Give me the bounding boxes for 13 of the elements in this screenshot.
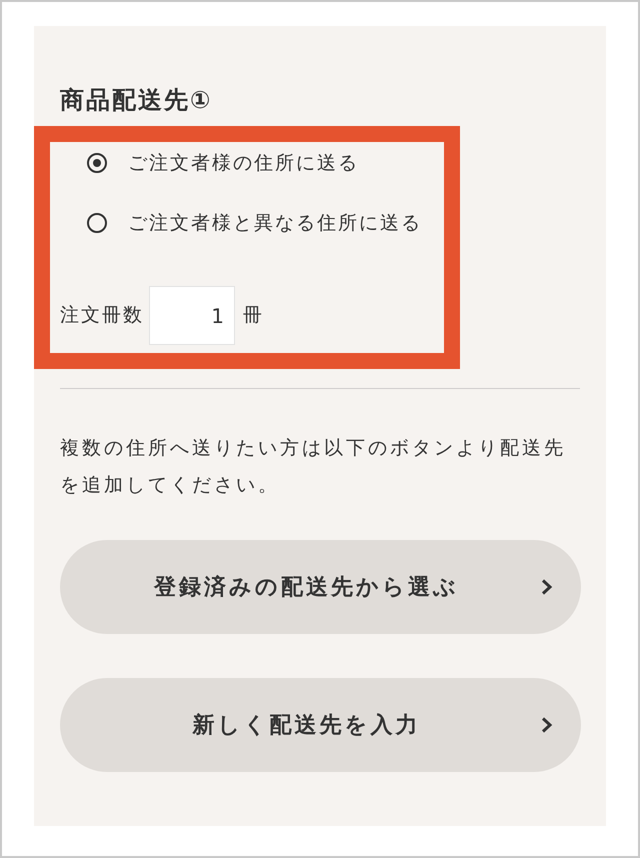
- radio-button[interactable]: [87, 153, 107, 173]
- instruction-text: 複数の住所へ送りたい方は以下のボタンより配送先を追加してください。: [60, 436, 567, 498]
- radio-label[interactable]: ご注文者様の住所に送る: [128, 145, 359, 181]
- quantity-field[interactable]: 1: [149, 286, 235, 345]
- address-button[interactable]: 登録済みの配送先から選ぶ: [60, 540, 581, 634]
- chevron-right-icon: [541, 717, 553, 733]
- radio-label[interactable]: ご注文者様と異なる住所に送る: [128, 205, 422, 241]
- quantity-label: 注文冊数: [60, 303, 144, 328]
- chevron-right-icon: [541, 579, 553, 595]
- radio-button[interactable]: [87, 213, 107, 233]
- address-button[interactable]: 新しく配送先を入力: [60, 678, 581, 772]
- unit-label: 冊: [243, 303, 262, 328]
- section-title: 商品配送先①: [60, 85, 214, 116]
